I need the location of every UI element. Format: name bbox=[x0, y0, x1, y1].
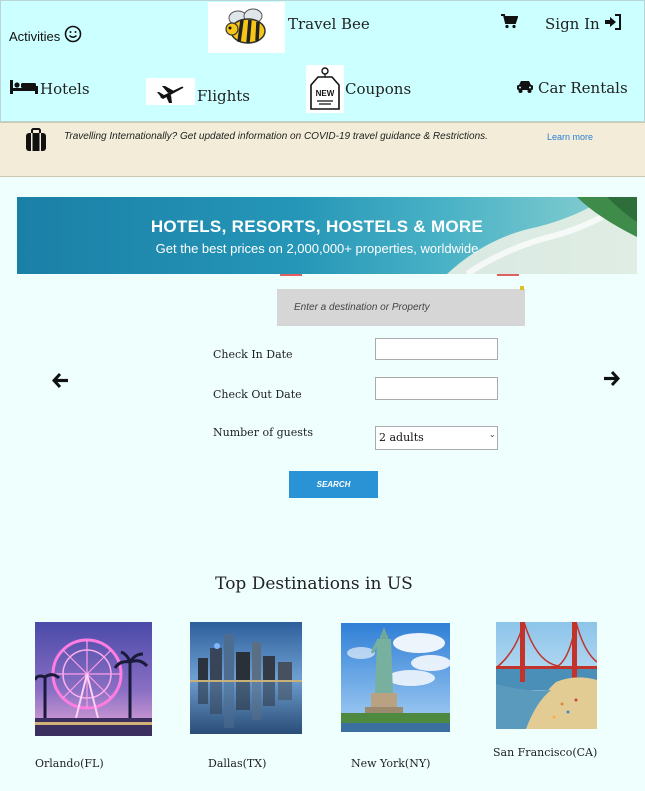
sign-in-link[interactable]: Sign In bbox=[545, 14, 622, 34]
destination-image-orlando[interactable] bbox=[35, 622, 152, 736]
brand-logo[interactable] bbox=[208, 2, 285, 53]
check-out-label: Check Out Date bbox=[213, 388, 302, 401]
check-out-date-input[interactable] bbox=[375, 377, 498, 400]
banner-headline: HOTELS, RESORTS, HOSTELS & MORE bbox=[150, 217, 484, 236]
nav-car-rentals-label: Car Rentals bbox=[538, 79, 628, 97]
guests-selected-value: 2 adults bbox=[379, 431, 424, 444]
city-name-dallas[interactable]: Dallas(TX) bbox=[208, 757, 266, 770]
nav-coupons-label: Coupons bbox=[345, 80, 412, 98]
check-in-date-input[interactable] bbox=[375, 338, 498, 360]
destination-image-dallas[interactable] bbox=[190, 622, 302, 734]
arrow-left-icon[interactable] bbox=[51, 372, 69, 393]
destination-image-san-francisco[interactable] bbox=[496, 622, 597, 729]
cart-icon[interactable] bbox=[500, 13, 519, 33]
city-name-san-francisco[interactable]: San Francisco(CA) bbox=[493, 746, 597, 759]
banner-subline: Get the best prices on 2,000,000+ proper… bbox=[155, 241, 479, 256]
new-tag-icon: NEW bbox=[306, 65, 344, 113]
nav-hotels[interactable]: Hotels bbox=[9, 79, 90, 99]
learn-more-link[interactable]: Learn more bbox=[547, 132, 593, 142]
notice-text: Travelling Internationally? Get updated … bbox=[64, 131, 488, 142]
destination-placeholder: Enter a destination or Property bbox=[294, 302, 430, 313]
nav-coupons[interactable]: NEW Coupons bbox=[306, 65, 411, 113]
car-icon bbox=[516, 78, 534, 98]
sign-in-label: Sign In bbox=[545, 15, 600, 33]
check-in-label: Check In Date bbox=[213, 348, 293, 361]
nav-flights-label: Flights bbox=[197, 86, 250, 105]
nav-flights[interactable]: Flights bbox=[146, 78, 250, 105]
coupon-new-badge: NEW bbox=[315, 89, 335, 98]
sign-in-icon bbox=[604, 14, 622, 34]
smiley-icon bbox=[64, 25, 82, 48]
arrow-right-icon[interactable] bbox=[603, 370, 621, 391]
nav-hotels-label: Hotels bbox=[40, 80, 90, 98]
airplane-icon bbox=[146, 78, 195, 105]
bee-logo-icon bbox=[225, 8, 266, 44]
guests-select[interactable]: 2 adults ⌄ bbox=[375, 426, 498, 450]
input-accent-line bbox=[497, 274, 519, 276]
destinations-heading: Top Destinations in US bbox=[215, 574, 413, 594]
city-name-new-york[interactable]: New York(NY) bbox=[351, 757, 430, 770]
activities-label: Activities bbox=[9, 29, 61, 44]
destination-input[interactable]: Enter a destination or Property bbox=[277, 286, 525, 326]
chevron-down-icon: ⌄ bbox=[489, 430, 496, 439]
covid-notice-bar: Travelling Internationally? Get updated … bbox=[0, 122, 645, 177]
nav-car-rentals[interactable]: Car Rentals bbox=[516, 78, 628, 98]
search-button-label: SEARCH bbox=[316, 480, 351, 489]
hotels-banner[interactable]: HOTELS, RESORTS, HOSTELS & MORE Get the … bbox=[17, 197, 637, 274]
input-accent-line bbox=[280, 274, 302, 276]
top-navigation-bar: Activities Travel Bee Sign In Hotels Fli… bbox=[0, 0, 645, 122]
city-name-orlando[interactable]: Orlando(FL) bbox=[35, 757, 104, 770]
bed-icon bbox=[9, 79, 39, 99]
search-button[interactable]: SEARCH bbox=[289, 471, 378, 498]
activities-link[interactable]: Activities bbox=[9, 25, 82, 48]
suitcase-icon bbox=[25, 128, 47, 156]
guests-label: Number of guests bbox=[213, 426, 313, 439]
input-corner-marker-icon bbox=[520, 286, 524, 290]
brand-name[interactable]: Travel Bee bbox=[288, 15, 370, 33]
destination-image-new-york[interactable] bbox=[341, 623, 450, 732]
